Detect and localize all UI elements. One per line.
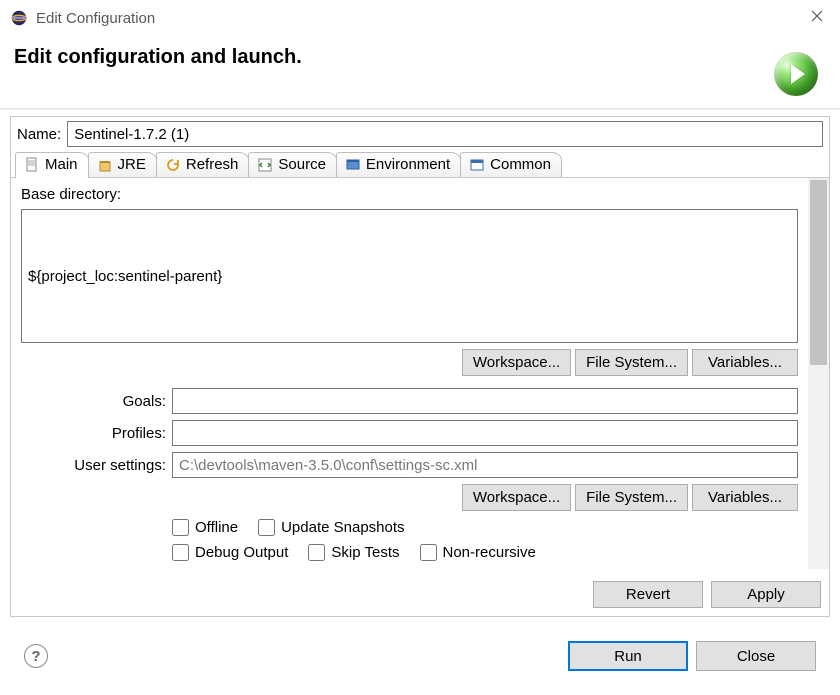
run-icon — [772, 50, 820, 98]
revert-button[interactable]: Revert — [593, 581, 703, 608]
update-snapshots-checkbox-box[interactable] — [258, 519, 275, 536]
titlebar: Edit Configuration — [0, 0, 840, 36]
goals-input[interactable] — [172, 388, 798, 414]
name-input[interactable] — [67, 121, 823, 147]
help-button[interactable]: ? — [24, 644, 48, 668]
base-directory-input[interactable] — [21, 209, 798, 343]
usersettings-label: User settings: — [21, 457, 166, 474]
debug-output-checkbox-box[interactable] — [172, 544, 189, 561]
scrollbar-thumb[interactable] — [810, 180, 827, 365]
basedir-filesystem-button[interactable]: File System... — [575, 349, 688, 376]
run-button[interactable]: Run — [568, 641, 688, 671]
common-icon — [469, 157, 485, 173]
window-close-button[interactable] — [794, 0, 840, 32]
header-separator — [0, 108, 840, 110]
non-recursive-checkbox-label: Non-recursive — [443, 544, 536, 561]
usersettings-filesystem-button[interactable]: File System... — [575, 484, 688, 511]
vertical-scrollbar[interactable] — [808, 178, 829, 569]
refresh-icon — [165, 157, 181, 173]
offline-checkbox-box[interactable] — [172, 519, 189, 536]
tab-jre[interactable]: JRE — [88, 152, 157, 177]
debug-output-checkbox-label: Debug Output — [195, 544, 288, 561]
jar-icon — [97, 157, 113, 173]
non-recursive-checkbox-box[interactable] — [420, 544, 437, 561]
tab-bar: Main JRE Refresh — [11, 149, 829, 178]
usersettings-workspace-button[interactable]: Workspace... — [462, 484, 571, 511]
eclipse-icon — [10, 9, 28, 27]
offline-checkbox[interactable]: Offline — [172, 519, 238, 536]
tab-main[interactable]: Main — [15, 152, 89, 178]
usersettings-input[interactable] — [172, 452, 798, 478]
source-icon — [257, 157, 273, 173]
update-snapshots-checkbox[interactable]: Update Snapshots — [258, 519, 404, 536]
window-title: Edit Configuration — [36, 10, 155, 27]
document-icon — [24, 157, 40, 173]
offline-checkbox-label: Offline — [195, 519, 238, 536]
skip-tests-checkbox[interactable]: Skip Tests — [308, 544, 399, 561]
non-recursive-checkbox[interactable]: Non-recursive — [420, 544, 536, 561]
basedir-variables-button[interactable]: Variables... — [692, 349, 798, 376]
apply-button[interactable]: Apply — [711, 581, 821, 608]
tab-refresh[interactable]: Refresh — [156, 152, 250, 177]
base-directory-label: Base directory: — [21, 186, 798, 203]
header: Edit configuration and launch. — [0, 36, 840, 108]
environment-icon — [345, 157, 361, 173]
usersettings-variables-button[interactable]: Variables... — [692, 484, 798, 511]
skip-tests-checkbox-label: Skip Tests — [331, 544, 399, 561]
tab-refresh-label: Refresh — [186, 156, 239, 173]
tab-source-label: Source — [278, 156, 326, 173]
debug-output-checkbox[interactable]: Debug Output — [172, 544, 288, 561]
skip-tests-checkbox-box[interactable] — [308, 544, 325, 561]
tab-environment-label: Environment — [366, 156, 450, 173]
profiles-input[interactable] — [172, 420, 798, 446]
tab-common-label: Common — [490, 156, 551, 173]
name-label: Name: — [17, 126, 61, 143]
goals-label: Goals: — [21, 393, 166, 410]
tab-source[interactable]: Source — [248, 152, 337, 177]
update-snapshots-checkbox-label: Update Snapshots — [281, 519, 404, 536]
close-button[interactable]: Close — [696, 641, 816, 671]
tab-main-label: Main — [45, 156, 78, 173]
profiles-label: Profiles: — [21, 425, 166, 442]
tab-environment[interactable]: Environment — [336, 152, 461, 177]
basedir-workspace-button[interactable]: Workspace... — [462, 349, 571, 376]
config-panel: Name: Main JRE — [10, 116, 830, 617]
page-title: Edit configuration and launch. — [14, 46, 302, 69]
dialog-window: Edit Configuration Edit configuration an… — [0, 0, 840, 695]
tab-common[interactable]: Common — [460, 152, 562, 177]
tab-jre-label: JRE — [118, 156, 146, 173]
tab-main-body: Base directory: Workspace... File System… — [11, 178, 808, 569]
